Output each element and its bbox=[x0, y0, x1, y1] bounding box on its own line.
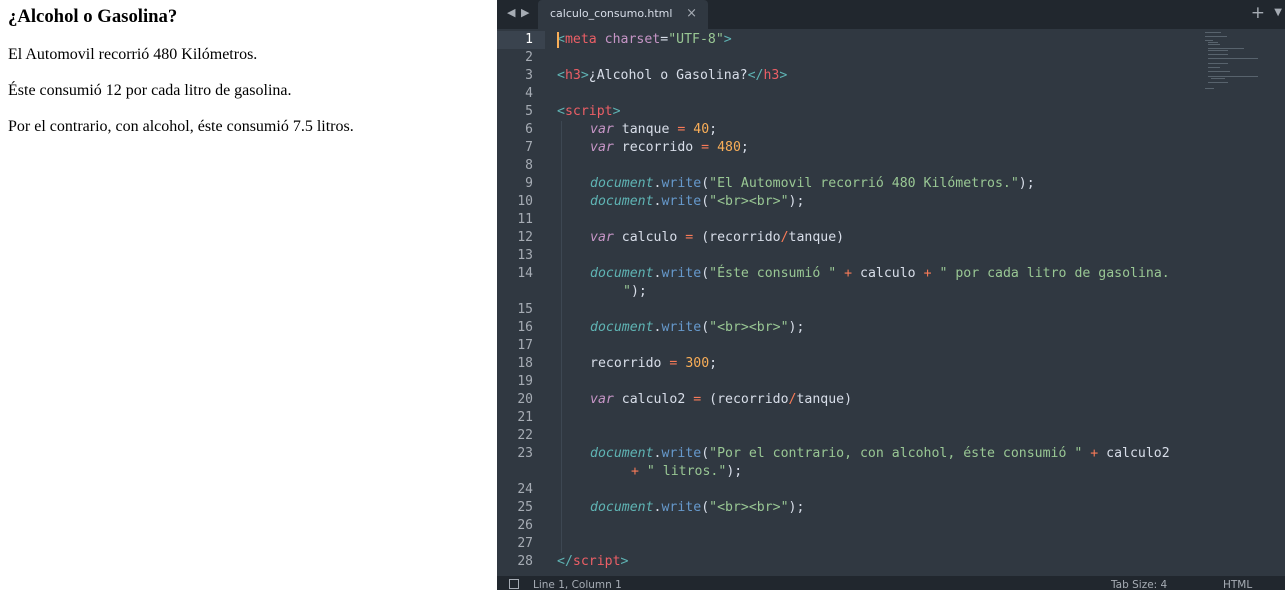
code-line-14: document.write("Éste consumió " + calcul… bbox=[590, 266, 1170, 281]
line-number: 23 bbox=[517, 446, 533, 461]
code-line-10: document.write("<br><br>"); bbox=[590, 194, 805, 209]
line-number: 3 bbox=[525, 68, 533, 83]
line-number: 9 bbox=[525, 176, 533, 191]
code-line-18: recorrido = 300; bbox=[590, 356, 718, 371]
plus-icon[interactable]: + bbox=[1251, 3, 1265, 23]
line-number: 11 bbox=[517, 212, 533, 227]
browser-page: ¿Alcohol o Gasolina? El Automovil recorr… bbox=[0, 0, 497, 590]
line-number: 8 bbox=[525, 158, 533, 173]
tab-size-indicator[interactable]: Tab Size: 4 bbox=[1111, 579, 1167, 591]
line-number: 26 bbox=[517, 518, 533, 533]
line-number: 4 bbox=[525, 86, 533, 101]
line-number: 16 bbox=[517, 320, 533, 335]
panel-toggle-icon[interactable] bbox=[509, 579, 519, 589]
code-line-25: document.write("<br><br>"); bbox=[590, 500, 805, 515]
dropdown-icon[interactable]: ▼ bbox=[1274, 7, 1282, 18]
output-line: El Automovil recorrió 480 Kilómetros. bbox=[8, 46, 258, 63]
syntax-indicator[interactable]: HTML bbox=[1223, 579, 1252, 591]
line-number: 6 bbox=[525, 122, 533, 137]
arrow-right-icon[interactable]: ▶ bbox=[521, 6, 529, 19]
text-cursor bbox=[557, 32, 559, 48]
tab-bar: ◀ ▶ calculo_consumo.html × + ▼ bbox=[497, 0, 1285, 29]
line-number: 22 bbox=[517, 428, 533, 443]
code-editor[interactable]: ◀ ▶ calculo_consumo.html × + ▼ 123456789… bbox=[497, 0, 1285, 591]
code-line-28: </script> bbox=[557, 554, 629, 569]
line-number: 25 bbox=[517, 500, 533, 515]
code-line-9: document.write("El Automovil recorrió 48… bbox=[590, 176, 1035, 191]
status-bar: Line 1, Column 1 Tab Size: 4 HTML bbox=[497, 576, 1285, 591]
line-number: 21 bbox=[517, 410, 533, 425]
code-line-14-wrap: "); bbox=[623, 284, 647, 299]
code-line-1: <meta charset="UTF-8"> bbox=[557, 32, 732, 47]
arrow-left-icon[interactable]: ◀ bbox=[507, 6, 515, 19]
page-heading: ¿Alcohol o Gasolina? bbox=[8, 6, 178, 27]
code-line-23-wrap: + " litros."); bbox=[631, 464, 743, 479]
line-number: 12 bbox=[517, 230, 533, 245]
line-number: 14 bbox=[517, 266, 533, 281]
line-number: 18 bbox=[517, 356, 533, 371]
line-number: 10 bbox=[517, 194, 533, 209]
line-number: 5 bbox=[525, 104, 533, 119]
line-number: 27 bbox=[517, 536, 533, 551]
code-line-7: var recorrido = 480; bbox=[590, 140, 749, 155]
code-line-12: var calculo = (recorrido/tanque) bbox=[590, 230, 845, 245]
line-number: 2 bbox=[525, 50, 533, 65]
code-line-6: var tanque = 40; bbox=[590, 122, 718, 137]
line-number: 24 bbox=[517, 482, 533, 497]
line-number: 1 bbox=[525, 32, 533, 47]
tab-calculo-consumo[interactable]: calculo_consumo.html × bbox=[538, 0, 708, 29]
output-line: Éste consumió 12 por cada litro de gasol… bbox=[8, 82, 292, 99]
code-line-20: var calculo2 = (recorrido/tanque) bbox=[590, 392, 853, 407]
line-number: 20 bbox=[517, 392, 533, 407]
code-line-5: <script> bbox=[557, 104, 621, 119]
line-number-gutter: 1 2 3 4 5 6 7 8 9 10 11 12 13 14 15 16 17 18 19 20 21 22 23 24 2… bbox=[497, 31, 545, 576]
line-number: 15 bbox=[517, 302, 533, 317]
cursor-position[interactable]: Line 1, Column 1 bbox=[533, 579, 622, 591]
minimap[interactable] bbox=[1203, 30, 1279, 100]
line-number: 19 bbox=[517, 374, 533, 389]
output-line: Por el contrario, con alcohol, éste cons… bbox=[8, 118, 354, 135]
code-line-23: document.write("Por el contrario, con al… bbox=[590, 446, 1170, 461]
line-number: 28 bbox=[517, 554, 533, 569]
close-icon[interactable]: × bbox=[686, 6, 697, 21]
code-area[interactable]: <meta charset="UTF-8"> <h3>¿Alcohol o Ga… bbox=[557, 31, 1207, 576]
line-number: 13 bbox=[517, 248, 533, 263]
code-line-16: document.write("<br><br>"); bbox=[590, 320, 805, 335]
code-line-3: <h3>¿Alcohol o Gasolina?</h3> bbox=[557, 68, 788, 83]
line-number: 17 bbox=[517, 338, 533, 353]
tab-label: calculo_consumo.html bbox=[550, 7, 673, 20]
line-number: 7 bbox=[525, 140, 533, 155]
